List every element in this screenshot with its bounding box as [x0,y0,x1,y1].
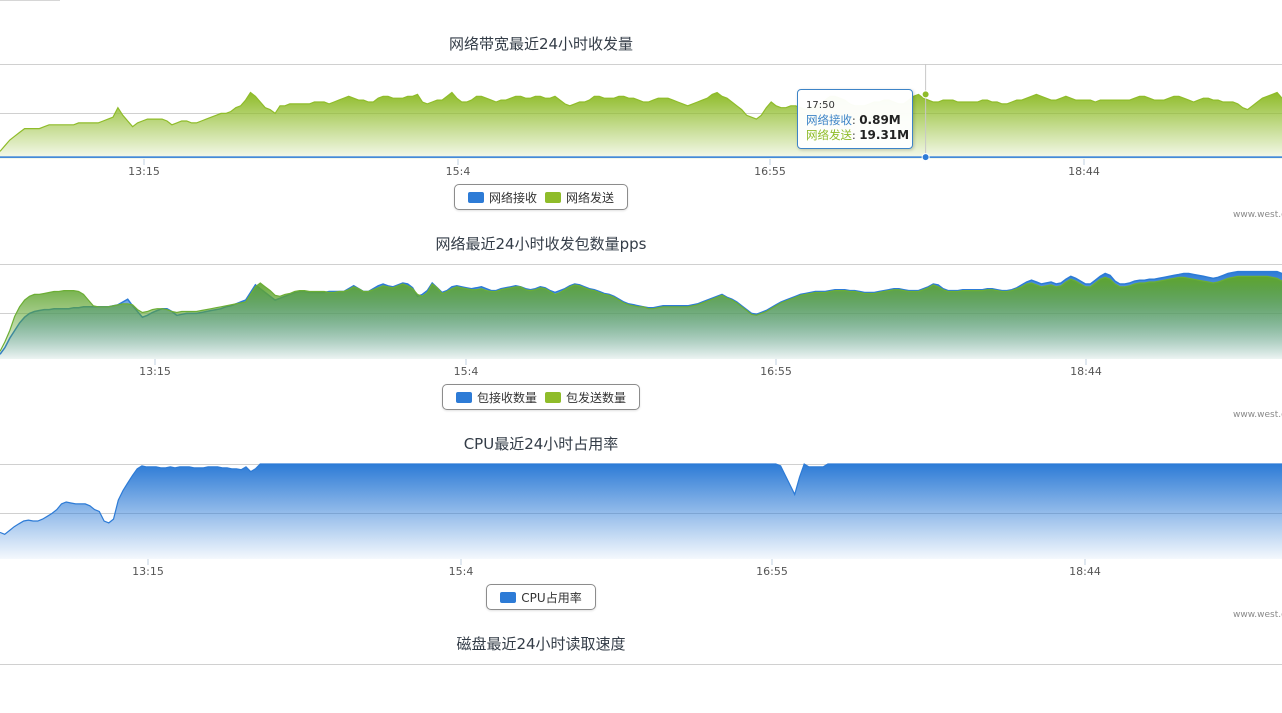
series-area-1 [0,276,1282,359]
x-tick-label: 13:15 [139,365,171,378]
tooltip-row-send: 网络发送: 19.31M [806,128,912,143]
series-area-1 [0,92,1282,159]
tooltip-series-name: 网络接收 [806,113,852,127]
x-tick-label: 13:15 [128,165,160,178]
x-tick-label: 15:4 [449,565,474,578]
chart-panel-packets: 网络最近24小时收发包数量pps 13:15 15:4 16:55 18:44 包接收… [0,200,1282,420]
chart-panel-bandwidth: 网络带宽最近24小时收发量 13:15 15:4 16:55 18:44 网络接收 网… [0,0,1282,220]
tooltip-series-name: 网络发送 [806,128,852,142]
chart-svg: 13:15 15:4 16:55 18:44 [0,264,1282,378]
x-tick-label: 13:15 [132,565,164,578]
tooltip-row-receive: 网络接收: 0.89M [806,113,912,128]
hover-marker-receive [921,153,930,162]
chart-svg [0,664,1282,665]
x-tick-label: 16:55 [760,365,792,378]
x-tick-label: 18:44 [1070,365,1102,378]
x-tick-label: 15:4 [446,165,471,178]
x-tick-label: 18:44 [1069,565,1101,578]
series-area-0 [0,464,1282,559]
chart-svg: 13:15 15:4 16:55 18:44 [0,463,1282,578]
hover-marker-send [921,90,930,99]
chart-panel-cpu: CPU最近24小时占用率 13:15 15:4 16:55 18:44 CPU占用率 … [0,400,1282,620]
x-tick-label: 15:4 [454,365,479,378]
x-tick-label: 16:55 [754,165,786,178]
chart-svg: 13:15 15:4 16:55 18:44 [0,64,1282,178]
x-tick-label: 18:44 [1068,165,1100,178]
tooltip-value: 19.31M [859,128,910,142]
chart-panel-disk: 磁盘最近24小时读取速度 [0,600,1282,713]
tooltip-value: 0.89M [859,113,901,127]
x-tick-label: 16:55 [756,565,788,578]
chart-tooltip: 17:50 网络接收: 0.89M 网络发送: 19.31M [797,89,913,149]
tooltip-time: 17:50 [806,100,835,111]
